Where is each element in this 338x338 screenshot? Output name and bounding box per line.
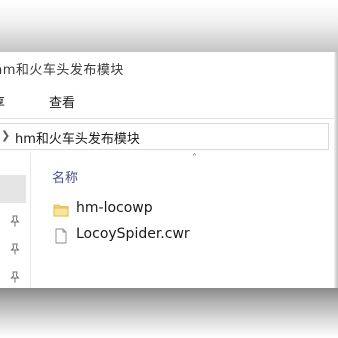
pin-icon[interactable] — [9, 243, 21, 255]
tab-view[interactable]: 查看 — [49, 92, 75, 111]
explorer-window: hm和火车头发布模块 享 查看 ❯ hm和火车头发布模块 ˄ 名称 — [0, 52, 334, 288]
column-header-name[interactable]: 名称 — [52, 167, 78, 186]
address-row: ❯ hm和火车头发布模块 — [0, 118, 334, 153]
file-name[interactable]: hm-locowp — [76, 200, 153, 216]
tab-share[interactable]: 享 — [0, 92, 5, 111]
nav-selected-item[interactable] — [0, 175, 26, 203]
address-path[interactable]: hm和火车头发布模块 — [15, 128, 140, 147]
window-shadow-bottom — [0, 288, 338, 338]
address-bar[interactable]: ❯ hm和火车头发布模块 — [0, 123, 329, 150]
window-title: hm和火车头发布模块 — [0, 63, 124, 78]
file-icon — [52, 227, 70, 245]
ribbon-tabs: 享 查看 — [0, 82, 334, 118]
pane-splitter[interactable] — [30, 152, 31, 288]
pin-icon[interactable] — [9, 215, 21, 227]
chevron-right-icon[interactable]: ❯ — [1, 129, 10, 142]
list-item[interactable]: LocoySpider.cwr — [52, 225, 322, 247]
folder-icon — [52, 201, 70, 219]
window-edge-shadow — [334, 52, 338, 288]
pin-icon[interactable] — [9, 271, 21, 283]
sort-up-icon: ˄ — [192, 153, 197, 164]
window-shadow-top — [0, 0, 338, 52]
navigation-pane — [0, 152, 30, 288]
list-item[interactable]: hm-locowp — [52, 199, 322, 221]
title-bar: hm和火车头发布模块 — [0, 52, 334, 82]
file-name[interactable]: LocoySpider.cwr — [76, 226, 190, 242]
